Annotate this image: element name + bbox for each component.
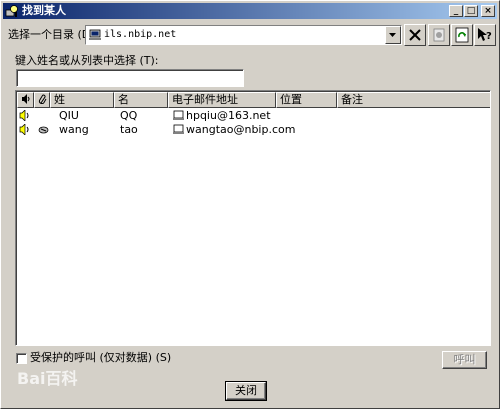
svg-text:?: ?: [486, 31, 492, 42]
watermark-logo: Bai百科: [17, 369, 77, 388]
window-title: 找到某人: [22, 4, 66, 17]
first-name-cell: tao: [120, 123, 138, 136]
column-header-location[interactable]: 位置: [276, 92, 337, 108]
watermark-text: Bai百科: [17, 369, 77, 388]
first-name-cell: QQ: [120, 109, 138, 122]
chevron-down-icon: [389, 33, 396, 37]
close-button[interactable]: 关闭: [225, 381, 267, 401]
speaker-icon: [19, 110, 29, 121]
last-name-cell: wang: [59, 123, 89, 136]
find-someone-window: 找到某人 _ □ × 选择一个目录 (D): ils.nbip.net ? 键入…: [0, 0, 500, 409]
email-card-icon: [173, 124, 184, 134]
x-icon: [409, 29, 421, 41]
search-label: 键入姓名或从列表中选择 (T):: [15, 54, 159, 67]
column-header-audio[interactable]: [17, 92, 34, 108]
last-name-cell: QIU: [59, 109, 79, 122]
refresh-button[interactable]: [451, 24, 473, 46]
directory-select[interactable]: ils.nbip.net: [85, 25, 402, 45]
lock-icon: [38, 126, 49, 134]
name-search-input[interactable]: [16, 69, 244, 87]
column-header-first-name[interactable]: 名: [114, 92, 168, 108]
app-icon: [5, 5, 18, 17]
minimize-button[interactable]: _: [449, 5, 463, 17]
title-bar[interactable]: 找到某人 _ □ ×: [3, 3, 497, 19]
column-header-notes[interactable]: 备注: [337, 92, 490, 108]
email-cell: wangtao@nbip.com: [186, 123, 296, 136]
properties-button[interactable]: [428, 24, 450, 46]
help-button[interactable]: ?: [474, 24, 496, 46]
properties-icon: [433, 28, 445, 42]
directory-dropdown-button[interactable]: [385, 26, 401, 44]
help-icon: ?: [478, 28, 492, 42]
speaker-icon: [19, 124, 29, 135]
paperclip-icon: [38, 94, 47, 104]
list-header: 姓 名 电子邮件地址 位置 备注: [17, 92, 490, 108]
column-header-last-name[interactable]: 姓: [50, 92, 114, 108]
server-icon: [89, 29, 101, 40]
refresh-icon: [455, 27, 469, 43]
column-header-email[interactable]: 电子邮件地址: [168, 92, 276, 108]
column-header-secure[interactable]: [34, 92, 50, 108]
call-button[interactable]: 呼叫: [442, 351, 487, 369]
email-card-icon: [173, 110, 184, 120]
close-window-button[interactable]: ×: [481, 5, 495, 17]
list-row[interactable]: wang tao wangtao@nbip.com: [17, 123, 490, 137]
people-list[interactable]: 姓 名 电子邮件地址 位置 备注 QIU QQ hpqiu@163.net wa…: [15, 90, 491, 346]
secure-call-checkbox[interactable]: [16, 353, 27, 364]
directory-value: ils.nbip.net: [104, 29, 177, 40]
speaker-icon: [22, 94, 30, 104]
secure-call-label[interactable]: 受保护的呼叫 (仅对数据) (S): [30, 351, 171, 365]
list-row[interactable]: QIU QQ hpqiu@163.net: [17, 109, 490, 123]
stop-button[interactable]: [404, 24, 426, 46]
maximize-button[interactable]: □: [464, 5, 478, 17]
email-cell: hpqiu@163.net: [186, 109, 271, 122]
